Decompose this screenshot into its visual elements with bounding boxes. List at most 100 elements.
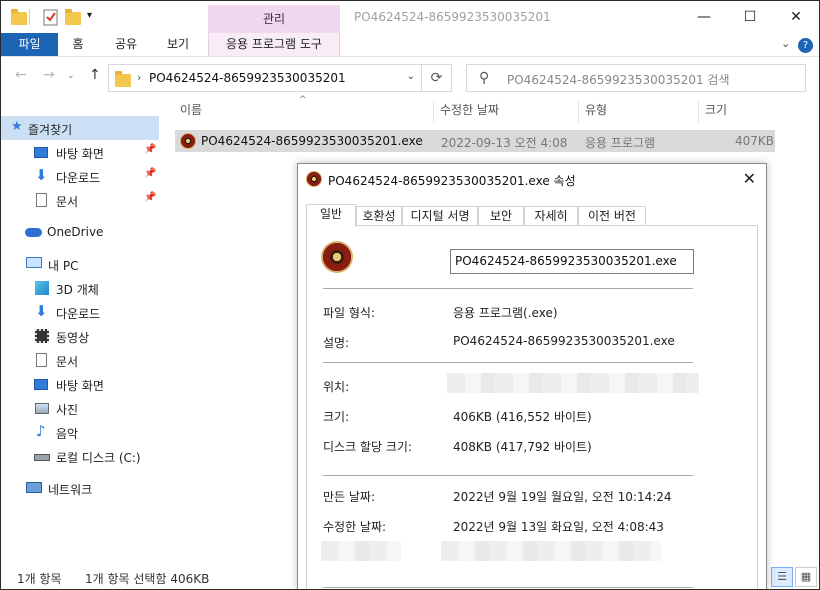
properties-dialog: PO4624524-8659923530035201.exe 속성 ✕ 일반 호… (297, 163, 767, 589)
large-icons-view-icon[interactable]: ▦ (795, 567, 817, 587)
column-header-type[interactable]: 유형 (585, 101, 607, 123)
sidebar-item-desktop-pc[interactable]: 바탕 화면 (1, 372, 159, 396)
pin-icon[interactable]: 📌 (144, 192, 156, 203)
title-bar: ▾ 관리 PO4624524-8659923530035201 — ☐ ✕ (1, 1, 819, 33)
context-tab-manage[interactable]: 관리 (208, 5, 340, 33)
customize-toolbar-icon[interactable]: ▾ (87, 10, 103, 28)
modified-label: 수정한 날짜: (323, 520, 387, 534)
column-divider[interactable] (433, 101, 434, 123)
tab-app-tools[interactable]: 응용 프로그램 도구 (208, 33, 340, 56)
close-button[interactable]: ✕ (773, 1, 819, 33)
sidebar-item-documents-pc[interactable]: 문서 (1, 348, 159, 372)
dialog-title: PO4624524-8659923530035201.exe 속성 (328, 174, 576, 188)
address-bar[interactable]: › PO4624524-8659923530035201 ⌄ (108, 64, 422, 92)
navigation-bar: ← → ⌄ ↑ › PO4624524-8659923530035201 ⌄ ⟳… (1, 57, 819, 97)
disk-size-label: 디스크 할당 크기: (323, 440, 412, 454)
download-icon: ⬇ (35, 302, 48, 320)
sidebar-item-this-pc[interactable]: 내 PC (1, 252, 159, 276)
address-dropdown-icon[interactable]: ⌄ (407, 71, 415, 82)
new-folder-icon[interactable] (65, 8, 81, 26)
tab-digital-signature[interactable]: 디지털 서명 (402, 206, 478, 226)
tab-security[interactable]: 보안 (478, 206, 524, 226)
roulette-app-icon (321, 241, 353, 273)
file-modified: 2022-09-13 오전 4:08 (441, 136, 568, 150)
refresh-button[interactable]: ⟳ (422, 64, 452, 92)
column-header-name[interactable]: 이름 (180, 101, 202, 123)
document-icon (36, 353, 47, 367)
recent-locations-chevron-icon[interactable]: ⌄ (67, 71, 75, 81)
dialog-close-button[interactable]: ✕ (743, 169, 756, 188)
roulette-app-icon (306, 171, 322, 187)
star-icon: ★ (11, 119, 23, 134)
created-label: 만든 날짜: (323, 490, 376, 504)
tab-share[interactable]: 공유 (105, 33, 147, 56)
properties-icon[interactable] (43, 8, 59, 26)
sidebar-item-downloads[interactable]: ⬇ 다운로드 📌 (1, 164, 159, 188)
size-label: 크기: (323, 410, 350, 424)
breadcrumb-path[interactable]: PO4624524-8659923530035201 (149, 71, 346, 85)
pin-icon[interactable]: 📌 (144, 168, 156, 179)
search-input[interactable]: ⚲ PO4624524-8659923530035201 검색 (466, 64, 806, 92)
description-label: 설명: (323, 336, 350, 350)
divider (29, 9, 30, 25)
roulette-app-icon (180, 133, 196, 149)
divider (323, 587, 693, 588)
ribbon-tabs: 파일 홈 공유 보기 응용 프로그램 도구 ⌄ ? (1, 33, 819, 57)
column-header-size[interactable]: 크기 (705, 101, 727, 123)
download-icon: ⬇ (35, 166, 48, 184)
tab-file[interactable]: 파일 (1, 33, 58, 56)
network-icon (26, 482, 42, 493)
column-divider[interactable] (578, 101, 579, 123)
sidebar-item-quick-access[interactable]: ★ 즐겨찾기 (1, 116, 159, 140)
sidebar-item-music[interactable]: ♪ 음악 (1, 420, 159, 444)
column-divider[interactable] (698, 101, 699, 123)
ribbon-expand-icon[interactable]: ⌄ (781, 37, 790, 50)
folder-icon[interactable] (11, 8, 27, 26)
tab-home[interactable]: 홈 (61, 33, 95, 56)
breadcrumb-chevron-icon[interactable]: › (137, 71, 141, 84)
tab-view[interactable]: 보기 (157, 33, 199, 56)
help-icon[interactable]: ? (798, 38, 813, 53)
column-header-modified[interactable]: 수정한 날짜 (440, 101, 499, 123)
video-icon (35, 329, 49, 343)
sidebar-item-desktop[interactable]: 바탕 화면 📌 (1, 140, 159, 164)
pin-icon[interactable]: 📌 (144, 144, 156, 155)
created-value: 2022년 9월 19일 월요일, 오전 10:14:24 (453, 490, 672, 504)
tab-general[interactable]: 일반 (306, 204, 356, 227)
search-icon: ⚲ (479, 70, 490, 86)
size-value: 406KB (416,552 바이트) (453, 410, 592, 424)
tab-details[interactable]: 자세히 (524, 206, 578, 226)
minimize-button[interactable]: — (681, 1, 727, 33)
up-arrow-icon[interactable]: ↑ (89, 67, 101, 83)
sidebar-item-pictures[interactable]: 사진 (1, 396, 159, 420)
sidebar-item-documents[interactable]: 문서 📌 (1, 188, 159, 212)
redacted-value (441, 541, 661, 561)
filename-field[interactable]: PO4624524-8659923530035201.exe (450, 249, 694, 274)
sidebar-item-network[interactable]: 네트워크 (1, 476, 159, 500)
search-placeholder: PO4624524-8659923530035201 검색 (507, 73, 730, 87)
file-type-label: 파일 형식: (323, 306, 376, 320)
explorer-window: ▾ 관리 PO4624524-8659923530035201 — ☐ ✕ 파일… (0, 0, 820, 590)
divider (323, 475, 693, 476)
forward-arrow-icon[interactable]: → (43, 67, 55, 83)
document-icon (36, 193, 47, 207)
maximize-button[interactable]: ☐ (727, 1, 773, 33)
cloud-icon (25, 228, 42, 237)
tab-compatibility[interactable]: 호환성 (356, 206, 402, 226)
sidebar-item-onedrive[interactable]: OneDrive (1, 220, 159, 244)
table-row[interactable]: PO4624524-8659923530035201.exe 2022-09-1… (175, 130, 775, 152)
details-view-icon[interactable]: ☰ (771, 567, 793, 587)
back-arrow-icon[interactable]: ← (15, 67, 27, 83)
divider (323, 362, 693, 363)
desktop-icon (34, 379, 48, 390)
pc-icon (26, 257, 42, 268)
sidebar-item-local-disk[interactable]: 로컬 디스크 (C:) (1, 444, 159, 468)
redacted-location (447, 373, 699, 393)
window-title: PO4624524-8659923530035201 (354, 10, 551, 24)
sidebar-item-3d-objects[interactable]: 3D 개체 (1, 276, 159, 300)
sidebar-item-videos[interactable]: 동영상 (1, 324, 159, 348)
sidebar-item-downloads-pc[interactable]: ⬇ 다운로드 (1, 300, 159, 324)
tab-previous-versions[interactable]: 이전 버전 (578, 206, 646, 226)
music-icon: ♪ (36, 422, 46, 440)
file-size: 407KB (735, 134, 775, 148)
